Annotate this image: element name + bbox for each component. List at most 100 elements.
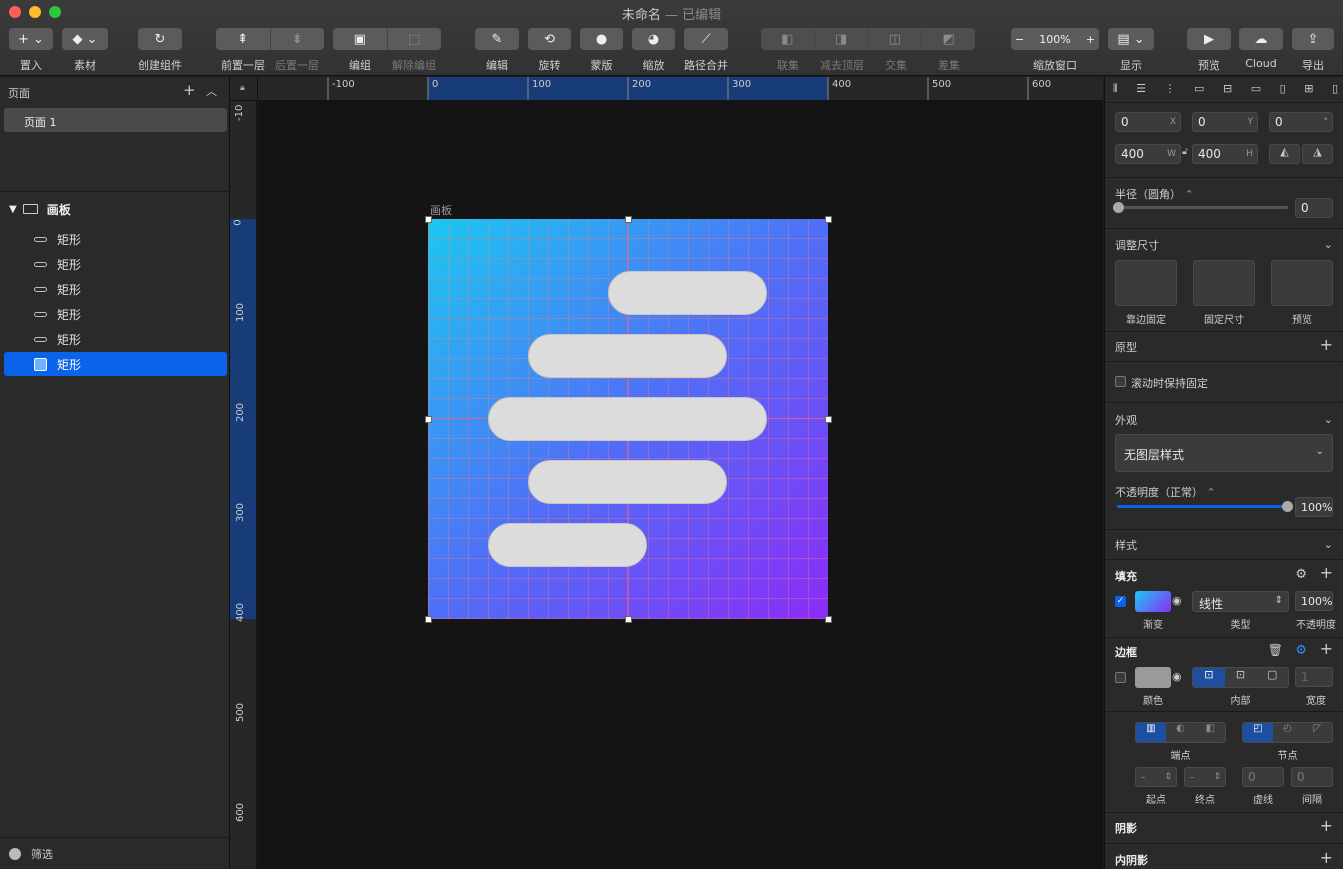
align-center-icon[interactable]: ⊟ — [1223, 82, 1232, 96]
color-picker-icon[interactable]: ◉ — [1172, 594, 1182, 607]
filter-bar[interactable]: 筛选 — [0, 837, 230, 869]
rounded-rectangle[interactable] — [488, 397, 767, 441]
add-prototype-icon[interactable]: + — [1320, 335, 1333, 354]
rounded-rectangle[interactable] — [528, 460, 727, 504]
artboard-layer[interactable]: ▼ 画板 — [0, 197, 230, 221]
mask-button[interactable]: ● — [580, 28, 623, 50]
create-component-button[interactable]: ↻ — [138, 28, 182, 50]
border-enabled-checkbox[interactable] — [1115, 672, 1126, 683]
resize-handle-t[interactable] — [625, 216, 632, 223]
layer-style-dropdown[interactable]: 无图层样式 ⌄ — [1115, 434, 1333, 472]
rounded-rectangle[interactable] — [608, 271, 767, 315]
layer-row[interactable]: 矩形 — [4, 302, 227, 326]
align-middle-icon[interactable]: ⊞ — [1304, 82, 1313, 96]
opacity-slider[interactable] — [1117, 501, 1293, 512]
layer-row[interactable]: 矩形 — [4, 252, 227, 276]
ungroup-button[interactable]: ⬚ — [386, 28, 442, 50]
trash-icon[interactable]: 🗑︎ — [1268, 643, 1283, 657]
canvas[interactable]: 画板 — [258, 101, 1103, 869]
resize-handle-bl[interactable] — [425, 616, 432, 623]
miter-join-button[interactable]: ◰ — [1243, 723, 1273, 742]
add-page-icon[interactable]: + — [183, 81, 196, 99]
y-field[interactable]: 0Y — [1192, 112, 1258, 132]
intersect-button[interactable]: ◫ — [867, 28, 922, 50]
resize-handle-tl[interactable] — [425, 216, 432, 223]
height-field[interactable]: 400 H — [1192, 144, 1258, 164]
resize-handle-r[interactable] — [825, 416, 832, 423]
opacity-stepper-icon[interactable]: ⌃ — [1207, 486, 1216, 499]
chevron-down-icon[interactable]: ⌄ — [1324, 238, 1333, 251]
collapse-pages-icon[interactable]: ︿ — [206, 83, 217, 99]
add-shadow-icon[interactable]: + — [1320, 816, 1333, 835]
round-join-button[interactable]: ◴ — [1272, 723, 1303, 742]
butt-cap-button[interactable]: ▥ — [1136, 723, 1166, 742]
chevron-down-icon[interactable]: ⌄ — [1324, 538, 1333, 551]
layer-row[interactable]: 矩形 — [4, 277, 227, 301]
lock-ratio-icon[interactable]: 🔓︎ — [1182, 147, 1188, 157]
resize-preview-option[interactable] — [1271, 260, 1333, 306]
resize-handle-br[interactable] — [825, 616, 832, 623]
artboard[interactable] — [428, 219, 828, 619]
resize-handle-l[interactable] — [425, 416, 432, 423]
send-backward-button[interactable]: ⇟ — [269, 28, 325, 50]
rounded-rectangle[interactable] — [528, 334, 727, 378]
align-left-icon[interactable]: ▭ — [1194, 82, 1204, 96]
add-fill-icon[interactable]: + — [1320, 563, 1333, 582]
border-color-swatch[interactable] — [1135, 667, 1171, 688]
opacity-field[interactable]: 100% — [1295, 497, 1333, 517]
end-arrow-select[interactable]: - ⇕ — [1184, 767, 1226, 787]
union-button[interactable]: ◧ — [761, 28, 814, 50]
resize-handle-tr[interactable] — [825, 216, 832, 223]
dash-field[interactable]: 0 — [1242, 767, 1284, 787]
fill-enabled-checkbox[interactable]: ✓ — [1115, 596, 1126, 607]
border-center-button[interactable]: ⊡ — [1224, 668, 1257, 687]
distribute-vertical-icon[interactable]: ☰ — [1136, 82, 1146, 96]
radius-slider-thumb[interactable] — [1113, 202, 1124, 213]
fix-on-scroll-checkbox[interactable] — [1115, 376, 1126, 387]
fill-type-select[interactable]: 线性 ⇕ — [1192, 591, 1289, 612]
chevron-down-icon[interactable]: ⌄ — [1324, 413, 1333, 426]
subtract-button[interactable]: ◨ — [813, 28, 868, 50]
width-field[interactable]: 400 W — [1115, 144, 1181, 164]
start-arrow-select[interactable]: - ⇕ — [1135, 767, 1177, 787]
rotation-field[interactable]: 0 ° — [1269, 112, 1333, 132]
group-button[interactable]: ▣ — [333, 28, 387, 50]
add-border-icon[interactable]: + — [1320, 639, 1333, 658]
gap-field[interactable]: 0 — [1291, 767, 1333, 787]
radius-field[interactable]: 0 — [1295, 198, 1333, 218]
flip-vertical-button[interactable]: ◮ — [1302, 144, 1333, 164]
pin-to-edge-option[interactable] — [1115, 260, 1177, 306]
fill-color-swatch[interactable] — [1135, 591, 1171, 612]
color-picker-icon[interactable]: ◉ — [1172, 670, 1182, 683]
export-button[interactable]: ⇪ — [1292, 28, 1334, 50]
zoom-out-button[interactable]: − — [1015, 33, 1024, 46]
layer-row[interactable]: 矩形 — [4, 327, 227, 351]
view-button[interactable]: ▤ ⌄ — [1108, 28, 1154, 50]
border-outside-button[interactable]: ▢ — [1256, 668, 1288, 687]
disclosure-triangle-icon[interactable]: ▼ — [9, 204, 17, 215]
rounded-rectangle[interactable] — [488, 523, 647, 567]
radius-stepper-icon[interactable]: ⌃ — [1185, 188, 1194, 201]
resize-handle-b[interactable] — [625, 616, 632, 623]
artboard-title[interactable]: 画板 — [430, 202, 452, 218]
x-field[interactable]: 0X — [1115, 112, 1181, 132]
bevel-join-button[interactable]: ◸ — [1302, 723, 1332, 742]
fill-opacity-field[interactable]: 100% — [1295, 591, 1333, 611]
gear-icon[interactable]: ⚙ — [1295, 567, 1307, 582]
align-bottom-icon[interactable]: ▯ — [1332, 82, 1338, 96]
radius-slider[interactable] — [1113, 202, 1288, 213]
opacity-slider-thumb[interactable] — [1282, 501, 1293, 512]
align-right-icon[interactable]: ▭ — [1251, 82, 1261, 96]
zoom-in-button[interactable]: + — [1086, 33, 1095, 46]
cloud-button[interactable]: ☁ — [1239, 28, 1283, 50]
round-cap-button[interactable]: ◐ — [1165, 723, 1196, 742]
layer-row[interactable]: 矩形 — [4, 227, 227, 251]
fixed-size-option[interactable] — [1193, 260, 1255, 306]
square-cap-button[interactable]: ◧ — [1195, 723, 1225, 742]
bring-forward-button[interactable]: ⇞ — [216, 28, 270, 50]
insert-button[interactable]: + ⌄ — [9, 28, 53, 50]
lock-icon[interactable]: 🔒︎ — [240, 83, 245, 93]
add-inner-shadow-icon[interactable]: + — [1320, 848, 1333, 867]
page-item-1[interactable]: 页面 1 — [4, 108, 227, 132]
border-width-field[interactable]: 1 — [1295, 667, 1333, 687]
